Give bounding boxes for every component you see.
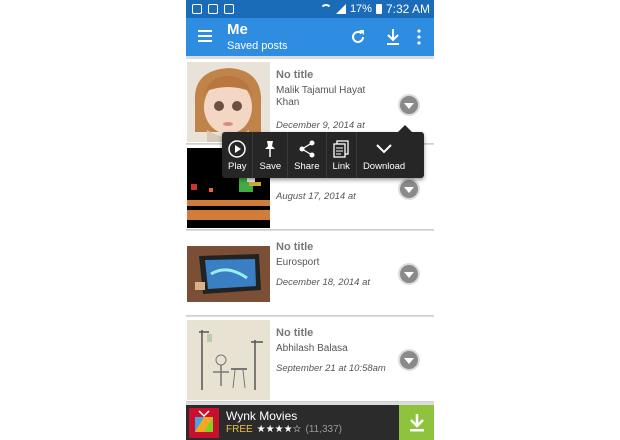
post-date: September 21 at 10:58am: [276, 363, 386, 374]
refresh-icon[interactable]: [347, 26, 369, 48]
share-button[interactable]: Share: [288, 132, 327, 178]
pin-icon: [262, 139, 278, 159]
post-date: December 9, 2014 at: [276, 120, 365, 131]
save-button[interactable]: Save: [253, 132, 289, 178]
post-author: Eurosport: [276, 257, 320, 268]
app-bar: Me Saved posts: [186, 18, 434, 56]
status-bar: 17% 7:32 AM: [186, 0, 434, 18]
link-button[interactable]: Link: [327, 132, 357, 178]
post-thumbnail[interactable]: [187, 320, 270, 400]
expand-menu-button[interactable]: [398, 94, 420, 116]
gallery-notification-icon: [192, 4, 202, 14]
share-icon: [298, 139, 316, 159]
play-icon: [228, 139, 246, 159]
post-author: Malik Tajamul Hayat Khan: [276, 85, 366, 108]
ad-app-name: Wynk Movies: [226, 409, 298, 423]
expand-menu-button[interactable]: [398, 263, 420, 285]
download-icon: [409, 413, 424, 431]
image-notification-icon: [208, 4, 218, 14]
ad-download-button[interactable]: [399, 405, 434, 440]
post-author: Abhilash Balasa: [276, 343, 348, 354]
play-button[interactable]: Play: [222, 132, 254, 178]
post-action-popup: Play Save Share Link Download: [222, 125, 424, 178]
rating-stars: ★★★★☆: [256, 424, 302, 435]
rating-count: (11,337): [305, 424, 343, 435]
page-subtitle: Saved posts: [227, 40, 288, 52]
download-button[interactable]: Download: [357, 132, 411, 178]
post-date: December 18, 2014 at: [276, 277, 371, 288]
post-thumbnail[interactable]: [187, 234, 270, 314]
post-date: August 17, 2014 at: [276, 191, 356, 202]
post-thumbnail[interactable]: [187, 62, 270, 142]
download-label: Download: [362, 160, 406, 172]
app-logo: [189, 408, 219, 438]
signal-icon: [335, 4, 346, 14]
post-title: No title: [276, 69, 314, 81]
play-label: Play: [228, 160, 247, 172]
ad-meta: FREE ★★★★☆ (11,337): [226, 424, 342, 435]
link-label: Link: [332, 160, 350, 172]
share-label: Share: [294, 160, 320, 172]
page-title: Me: [227, 21, 248, 38]
post-title: No title: [276, 241, 314, 253]
expand-menu-button[interactable]: [398, 178, 420, 200]
download-icon[interactable]: [382, 26, 404, 48]
phone-screen: 17% 7:32 AM Me Saved posts No title Mali…: [186, 0, 434, 440]
list-item[interactable]: No title Abhilash Balasa September 21 at…: [186, 317, 434, 402]
save-label: Save: [259, 160, 282, 172]
menu-icon[interactable]: [198, 30, 212, 42]
clock: 7:32 AM: [385, 2, 430, 16]
app-notification-icon: [224, 4, 234, 14]
wifi-icon: [319, 4, 332, 14]
more-icon[interactable]: [408, 26, 430, 48]
post-title: No title: [276, 327, 314, 339]
battery-icon: [375, 4, 382, 14]
chevron-down-icon: [375, 139, 393, 159]
ad-banner[interactable]: Wynk Movies FREE ★★★★☆ (11,337): [186, 405, 434, 440]
expand-menu-button[interactable]: [398, 349, 420, 371]
copy-link-icon: [333, 139, 349, 159]
battery-percent: 17%: [349, 3, 372, 15]
saved-posts-list: No title Malik Tajamul Hayat Khan Decemb…: [186, 56, 434, 405]
list-item[interactable]: No title Eurosport December 18, 2014 at: [186, 231, 434, 316]
ad-price: FREE: [226, 424, 253, 435]
